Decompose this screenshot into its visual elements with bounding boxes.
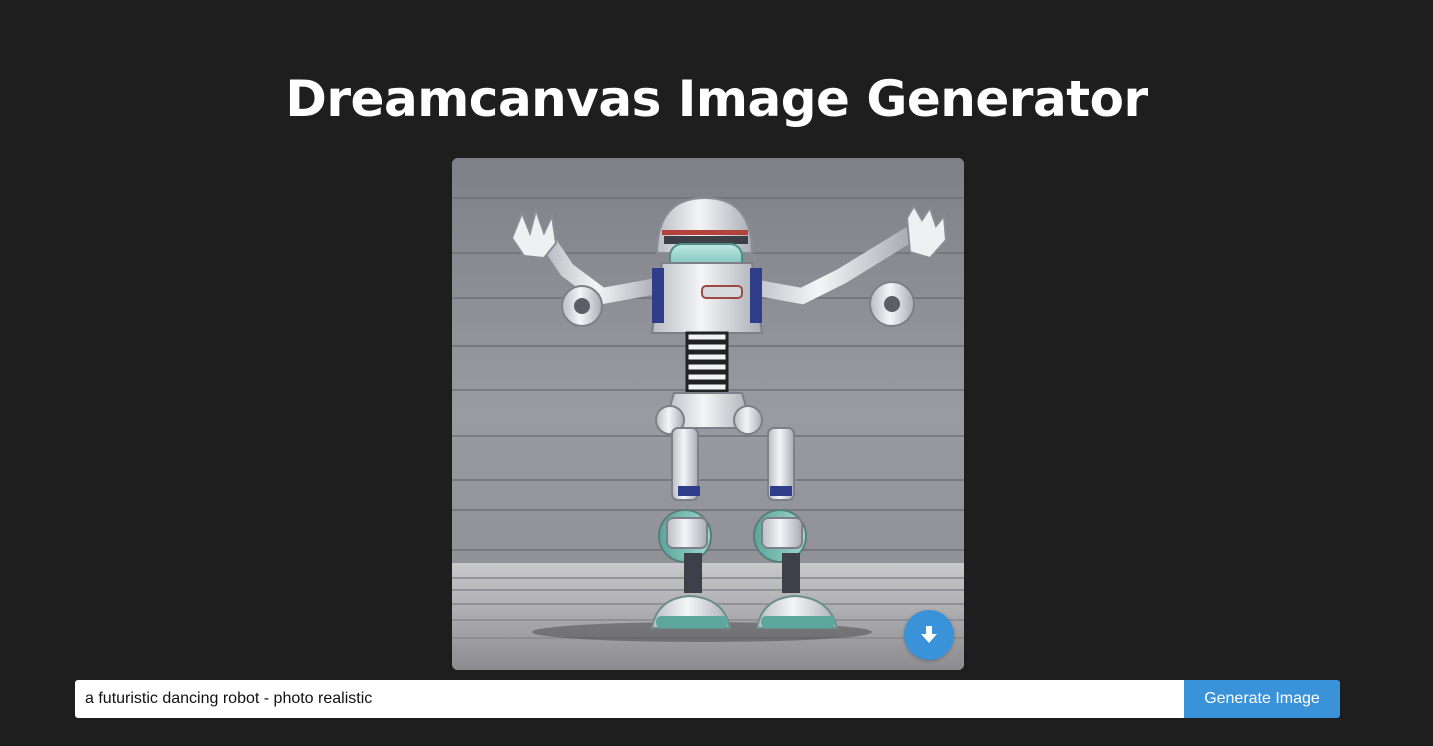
prompt-input[interactable] [75,680,1184,718]
robot-illustration [452,158,964,670]
download-arrow-icon [921,626,937,643]
generated-image [452,158,964,670]
download-button[interactable] [904,610,954,660]
page-title: Dreamcanvas Image Generator [285,70,1148,128]
generate-image-button[interactable]: Generate Image [1184,680,1340,718]
app-page: Dreamcanvas Image Generator a futuristic… [0,0,1433,746]
prompt-bar: Generate Image [75,680,1340,718]
